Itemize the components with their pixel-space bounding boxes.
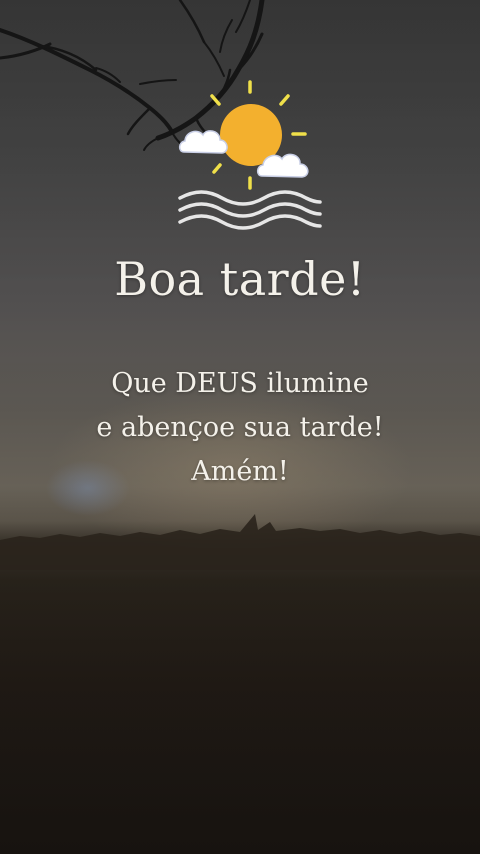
sun-cloud-waves-icon xyxy=(178,80,322,230)
message-line: Que DEUS ilumine xyxy=(111,368,369,399)
message-line: e abençoe sua tarde! xyxy=(96,412,384,443)
greeting-title: Boa tarde! xyxy=(114,252,366,306)
greeting-card: Boa tarde! Que DEUS ilumine e abençoe su… xyxy=(0,0,480,854)
message-line: Amém! xyxy=(191,456,289,487)
grass-silhouette xyxy=(0,514,480,570)
greeting-message: Que DEUS ilumine e abençoe sua tarde! Am… xyxy=(40,362,440,494)
